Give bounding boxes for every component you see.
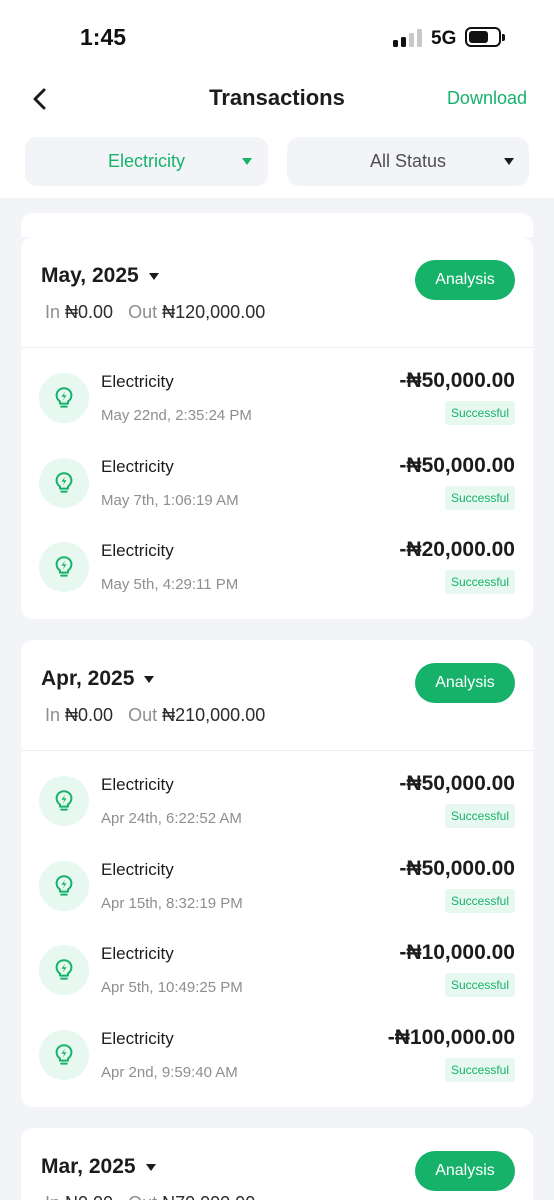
transaction-title: Electricity xyxy=(101,859,174,879)
status-badge: Successful xyxy=(444,401,515,425)
transactions-screen: 1:45 5G Transactions Download Electricit… xyxy=(0,0,554,1200)
month-selector[interactable]: Apr, 2025 xyxy=(41,667,134,691)
transaction-amount: -₦10,000.00 xyxy=(399,941,515,965)
download-button[interactable]: Download xyxy=(447,88,527,109)
analysis-button[interactable]: Analysis xyxy=(415,663,515,703)
out-label: Out xyxy=(128,302,158,322)
filter-bar: Electricity All Status xyxy=(0,126,554,198)
status-badge: Successful xyxy=(444,570,515,595)
status-badge: Successful xyxy=(444,485,515,510)
month-summary: In ₦0.00 Out ₦120,000.00 xyxy=(45,302,265,323)
transaction-amount: -₦100,000.00 xyxy=(387,1026,515,1050)
transaction-title: Electricity xyxy=(101,944,174,964)
month-card: Mar, 2025 In ₦0.00 Out ₦70,000.00 Analys… xyxy=(21,1128,533,1200)
transaction-date: Apr 2nd, 9:59:40 AM xyxy=(101,1064,238,1082)
month-selector[interactable]: Mar, 2025 xyxy=(41,1155,136,1179)
transaction-amount: -₦50,000.00 xyxy=(399,856,515,880)
transaction-list: Electricity May 22nd, 2:35:24 PM -₦50,00… xyxy=(21,348,533,619)
caret-down-icon[interactable] xyxy=(149,273,159,280)
lightbulb-bolt-icon xyxy=(39,945,89,996)
in-label: In xyxy=(45,302,61,322)
card-stub xyxy=(21,213,533,237)
month-summary: In ₦0.00 Out ₦70,000.00 xyxy=(45,1193,255,1200)
transaction-title: Electricity xyxy=(101,541,174,561)
status-badge: Successful xyxy=(444,804,515,828)
out-value: ₦210,000.00 xyxy=(162,705,266,725)
transaction-date: Apr 24th, 6:22:52 AM xyxy=(101,810,242,827)
transaction-row[interactable]: Electricity May 22nd, 2:35:24 PM -₦50,00… xyxy=(21,365,533,450)
transaction-row[interactable]: Electricity Apr 24th, 6:22:52 AM -₦50,00… xyxy=(21,768,533,853)
transaction-row[interactable]: Electricity Apr 5th, 10:49:25 PM -₦10,00… xyxy=(21,937,533,1022)
in-value: ₦0.00 xyxy=(65,705,114,725)
analysis-button[interactable]: Analysis xyxy=(415,260,515,300)
transaction-date: Apr 15th, 8:32:19 PM xyxy=(101,894,243,912)
transaction-list: Electricity Apr 24th, 6:22:52 AM -₦50,00… xyxy=(21,751,533,1107)
in-value: ₦0.00 xyxy=(65,1193,113,1200)
category-filter-dropdown[interactable]: Electricity xyxy=(25,137,268,186)
month-card: May, 2025 In ₦0.00 Out ₦120,000.00 Analy… xyxy=(21,237,533,620)
out-value: ₦70,000.00 xyxy=(162,1193,255,1200)
category-filter-label: Electricity xyxy=(107,151,185,171)
transaction-amount: -₦50,000.00 xyxy=(399,453,515,477)
transaction-date: May 5th, 4:29:11 PM xyxy=(101,576,239,594)
month-header: Mar, 2025 In ₦0.00 Out ₦70,000.00 Analys… xyxy=(21,1128,533,1200)
month-selector[interactable]: May, 2025 xyxy=(41,264,139,288)
status-bar: 1:45 5G xyxy=(0,0,554,70)
caret-down-icon xyxy=(504,158,514,165)
out-label: Out xyxy=(128,1193,157,1200)
month-summary: In ₦0.00 Out ₦210,000.00 xyxy=(45,705,265,726)
status-filter-label: All Status xyxy=(369,151,447,171)
out-label: Out xyxy=(128,705,158,725)
lightbulb-bolt-icon xyxy=(39,373,89,423)
transaction-amount: -₦20,000.00 xyxy=(399,538,515,562)
transaction-amount: -₦50,000.00 xyxy=(399,772,515,795)
status-badge: Successful xyxy=(444,1058,515,1083)
transaction-title: Electricity xyxy=(101,372,174,391)
transaction-title: Electricity xyxy=(101,1029,174,1049)
lightbulb-bolt-icon xyxy=(39,542,89,593)
transaction-title: Electricity xyxy=(101,456,174,476)
network-label: 5G xyxy=(431,28,457,49)
out-value: ₦120,000.00 xyxy=(162,302,266,322)
caret-down-icon xyxy=(242,158,252,165)
month-header: May, 2025 In ₦0.00 Out ₦120,000.00 Analy… xyxy=(21,237,533,348)
lightbulb-bolt-icon xyxy=(39,457,89,508)
transaction-date: May 22nd, 2:35:24 PM xyxy=(101,407,252,424)
chevron-left-icon xyxy=(33,88,46,110)
lightbulb-bolt-icon xyxy=(39,776,89,826)
transaction-date: May 7th, 1:06:19 AM xyxy=(101,491,239,509)
lightbulb-bolt-icon xyxy=(39,1030,89,1081)
month-card: Apr, 2025 In ₦0.00 Out ₦210,000.00 Analy… xyxy=(21,640,533,1107)
transaction-row[interactable]: Electricity May 5th, 4:29:11 PM -₦20,000… xyxy=(21,534,533,619)
battery-icon xyxy=(465,27,505,47)
cellular-signal-icon xyxy=(393,29,423,47)
month-header: Apr, 2025 In ₦0.00 Out ₦210,000.00 Analy… xyxy=(21,640,533,751)
transaction-date: Apr 5th, 10:49:25 PM xyxy=(101,979,243,997)
in-value: ₦0.00 xyxy=(65,302,114,322)
in-label: In xyxy=(45,1193,60,1200)
transaction-title: Electricity xyxy=(101,775,174,794)
transaction-row[interactable]: Electricity Apr 2nd, 9:59:40 AM -₦100,00… xyxy=(21,1022,533,1107)
back-button[interactable] xyxy=(26,84,56,114)
caret-down-icon[interactable] xyxy=(144,676,154,683)
caret-down-icon[interactable] xyxy=(146,1164,156,1171)
transaction-row[interactable]: Electricity Apr 15th, 8:32:19 PM -₦50,00… xyxy=(21,853,533,938)
lightbulb-bolt-icon xyxy=(39,860,89,911)
status-badge: Successful xyxy=(444,973,515,998)
status-badge: Successful xyxy=(444,888,515,913)
in-label: In xyxy=(45,705,61,725)
status-filter-dropdown[interactable]: All Status xyxy=(287,137,529,186)
app-header: Transactions Download xyxy=(0,70,554,126)
analysis-button[interactable]: Analysis xyxy=(415,1151,515,1191)
transaction-row[interactable]: Electricity May 7th, 1:06:19 AM -₦50,000… xyxy=(21,450,533,535)
status-time: 1:45 xyxy=(80,24,127,50)
transaction-amount: -₦50,000.00 xyxy=(399,369,515,392)
